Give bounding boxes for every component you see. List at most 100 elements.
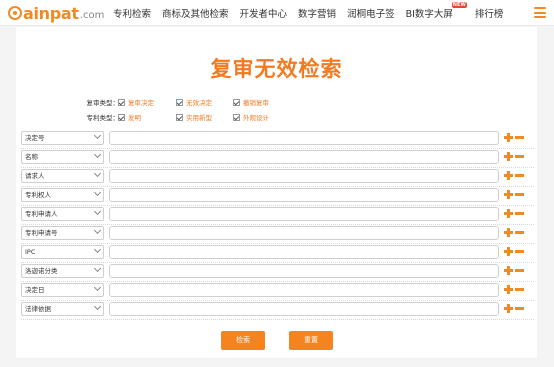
chevron-down-icon bbox=[93, 169, 102, 178]
field-input[interactable] bbox=[109, 283, 499, 297]
field-input[interactable] bbox=[109, 264, 499, 278]
page-title: 复审无效检索 bbox=[210, 57, 343, 81]
remove-row-icon[interactable] bbox=[515, 174, 524, 177]
add-row-icon[interactable] bbox=[504, 285, 513, 294]
new-badge: NEW bbox=[451, 2, 467, 8]
field-select[interactable]: IPC bbox=[21, 245, 104, 259]
add-row-icon[interactable] bbox=[504, 133, 513, 142]
remove-row-icon[interactable] bbox=[515, 212, 524, 215]
nav-item-trademark-search[interactable]: 商标及其他检索 bbox=[162, 6, 229, 20]
checkbox-icon bbox=[176, 113, 183, 121]
divider bbox=[21, 262, 534, 263]
chevron-down-icon bbox=[93, 207, 102, 216]
field-select[interactable]: 洛迦诺分类 bbox=[21, 264, 104, 278]
hamburger-menu-icon[interactable] bbox=[534, 7, 546, 18]
field-input[interactable] bbox=[109, 150, 499, 164]
checkbox-invention[interactable]: 发明 bbox=[118, 112, 141, 122]
nav-item-developer-center[interactable]: 开发者中心 bbox=[240, 6, 288, 20]
field-select-value: 专利权人 bbox=[25, 191, 51, 199]
field-select[interactable]: 专利申请人 bbox=[21, 207, 104, 221]
field-select[interactable]: 专利申请号 bbox=[21, 226, 104, 240]
chevron-down-icon bbox=[93, 131, 102, 140]
checkbox-invalid-decision[interactable]: 无效决定 bbox=[176, 97, 212, 107]
field-input[interactable] bbox=[109, 131, 499, 145]
site-logo[interactable]: ainpat .com bbox=[8, 3, 104, 23]
field-select[interactable]: 请求人 bbox=[21, 169, 104, 183]
remove-row-icon[interactable] bbox=[515, 288, 524, 291]
search-button[interactable]: 检索 bbox=[221, 331, 265, 350]
divider bbox=[21, 281, 534, 282]
field-input[interactable] bbox=[109, 207, 499, 221]
field-input[interactable] bbox=[109, 188, 499, 202]
add-row-icon[interactable] bbox=[504, 209, 513, 218]
chevron-down-icon bbox=[93, 245, 102, 254]
checkbox-icon bbox=[233, 113, 240, 121]
nav-item-digital-marketing[interactable]: 数字营销 bbox=[298, 6, 336, 20]
add-row-icon[interactable] bbox=[504, 190, 513, 199]
remove-row-icon[interactable] bbox=[515, 136, 524, 139]
add-row-icon[interactable] bbox=[504, 152, 513, 161]
divider bbox=[21, 205, 534, 206]
logo-text: ainpat bbox=[23, 4, 79, 23]
remove-row-icon[interactable] bbox=[515, 231, 524, 234]
field-input[interactable] bbox=[109, 302, 499, 316]
checkbox-design[interactable]: 外观设计 bbox=[233, 112, 269, 122]
top-navbar: ainpat .com 专利检索 商标及其他检索 开发者中心 数字营销 润桐电子… bbox=[0, 0, 554, 26]
reset-button[interactable]: 重置 bbox=[289, 331, 333, 350]
nav-item-ranking[interactable]: 排行榜 bbox=[475, 6, 504, 20]
field-select-value: 名称 bbox=[25, 153, 38, 161]
nav-item-e-signature[interactable]: 润桐电子签 bbox=[347, 6, 395, 20]
field-select-value: IPC bbox=[25, 248, 36, 256]
divider bbox=[21, 243, 534, 244]
remove-row-icon[interactable] bbox=[515, 155, 524, 158]
remove-row-icon[interactable] bbox=[515, 307, 524, 310]
divider bbox=[21, 186, 534, 187]
chevron-down-icon bbox=[93, 188, 102, 197]
checkbox-icon bbox=[233, 98, 240, 106]
checkbox-revoke-review[interactable]: 撤销复审 bbox=[233, 97, 269, 107]
field-input[interactable] bbox=[109, 245, 499, 259]
chevron-down-icon bbox=[93, 302, 102, 311]
nav-item-patent-search[interactable]: 专利检索 bbox=[113, 6, 151, 20]
checkbox-utility-model[interactable]: 实用新型 bbox=[176, 112, 212, 122]
checkbox-label: 复审决定 bbox=[128, 99, 154, 107]
remove-row-icon[interactable] bbox=[515, 193, 524, 196]
checkbox-icon bbox=[118, 113, 125, 121]
filter-row-patent-type: 专利类型： 发明 实用新型 外观设计 bbox=[16, 111, 537, 123]
chevron-down-icon bbox=[93, 150, 102, 159]
field-row: 专利权人 bbox=[21, 188, 534, 203]
field-row: 洛迦诺分类 bbox=[21, 264, 534, 279]
search-panel: 复审无效检索 复审类型： 复审决定 无效决定 撤销复审 专利类型： 发明 实用新… bbox=[16, 27, 537, 358]
remove-row-icon[interactable] bbox=[515, 250, 524, 253]
divider bbox=[21, 300, 534, 301]
field-select[interactable]: 决定日 bbox=[21, 283, 104, 297]
checkbox-review-decision[interactable]: 复审决定 bbox=[118, 97, 154, 107]
divider bbox=[21, 224, 534, 225]
filter-row-review-type: 复审类型： 复审决定 无效决定 撤销复审 bbox=[16, 96, 537, 108]
field-select[interactable]: 决定号 bbox=[21, 131, 104, 145]
field-select[interactable]: 专利权人 bbox=[21, 188, 104, 202]
chevron-down-icon bbox=[93, 264, 102, 273]
remove-row-icon[interactable] bbox=[515, 269, 524, 272]
add-row-icon[interactable] bbox=[504, 171, 513, 180]
field-select-value: 决定日 bbox=[25, 286, 45, 294]
field-select-value: 决定号 bbox=[25, 134, 45, 142]
add-row-icon[interactable] bbox=[504, 247, 513, 256]
field-row: 决定号 bbox=[21, 131, 534, 146]
add-row-icon[interactable] bbox=[504, 228, 513, 237]
logo-icon bbox=[8, 6, 22, 20]
checkbox-icon bbox=[176, 98, 183, 106]
field-row: 专利申请人 bbox=[21, 207, 534, 222]
add-row-icon[interactable] bbox=[504, 266, 513, 275]
checkbox-icon bbox=[118, 98, 125, 106]
divider bbox=[21, 148, 534, 149]
field-input[interactable] bbox=[109, 169, 499, 183]
divider bbox=[21, 167, 534, 168]
add-row-icon[interactable] bbox=[504, 304, 513, 313]
field-row: 决定日 bbox=[21, 283, 534, 298]
chevron-down-icon bbox=[93, 283, 102, 292]
field-select[interactable]: 名称 bbox=[21, 150, 104, 164]
field-select[interactable]: 法律依据 bbox=[21, 302, 104, 316]
nav-item-bi-screen[interactable]: BI数字大屏 NEW bbox=[406, 2, 467, 20]
field-input[interactable] bbox=[109, 226, 499, 240]
